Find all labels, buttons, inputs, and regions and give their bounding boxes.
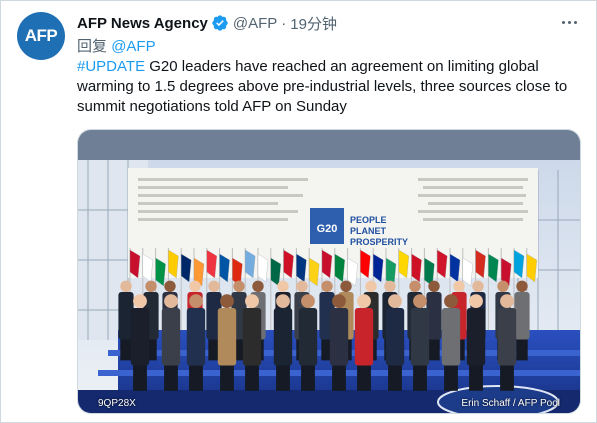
separator-dot: ·: [281, 14, 287, 32]
banner-line-2: PLANET: [350, 226, 387, 236]
banner-line-3: PROSPERITY: [350, 237, 408, 247]
g20-logo-text: G20: [317, 223, 338, 235]
g20-summit-photo: G20 PEOPLE PLANET PROSPERITY: [78, 130, 580, 413]
photo-caption-id: 9QP28X: [98, 398, 136, 409]
tweet-header: AFP News Agency @AFP · 19分钟: [77, 13, 337, 33]
more-options-icon[interactable]: [558, 11, 580, 33]
tweet-body: G20 leaders have reached an agreement on…: [77, 58, 568, 115]
photo-credit: Erin Schaff / AFP Pool: [461, 398, 560, 409]
author-handle[interactable]: @AFP: [233, 15, 277, 32]
avatar[interactable]: AFP: [17, 12, 65, 60]
tweet-text: #UPDATE G20 leaders have reached an agre…: [77, 57, 577, 117]
tweet-card[interactable]: AFP AFP News Agency @AFP · 19分钟 回复 @AFP …: [0, 0, 597, 423]
avatar-text: AFP: [24, 26, 58, 45]
reply-mention-link[interactable]: @AFP: [111, 38, 155, 55]
banner-line-1: PEOPLE: [350, 215, 387, 225]
tweet-photo[interactable]: G20 PEOPLE PLANET PROSPERITY 9QP28X Erin…: [77, 129, 581, 414]
hashtag-link[interactable]: #UPDATE: [77, 58, 145, 75]
reply-context: 回复 @AFP: [77, 35, 156, 56]
reply-prefix: 回复: [77, 38, 108, 55]
tweet-time[interactable]: 19分钟: [290, 13, 337, 34]
verified-badge-icon: [212, 15, 228, 31]
author-name[interactable]: AFP News Agency: [77, 15, 208, 32]
